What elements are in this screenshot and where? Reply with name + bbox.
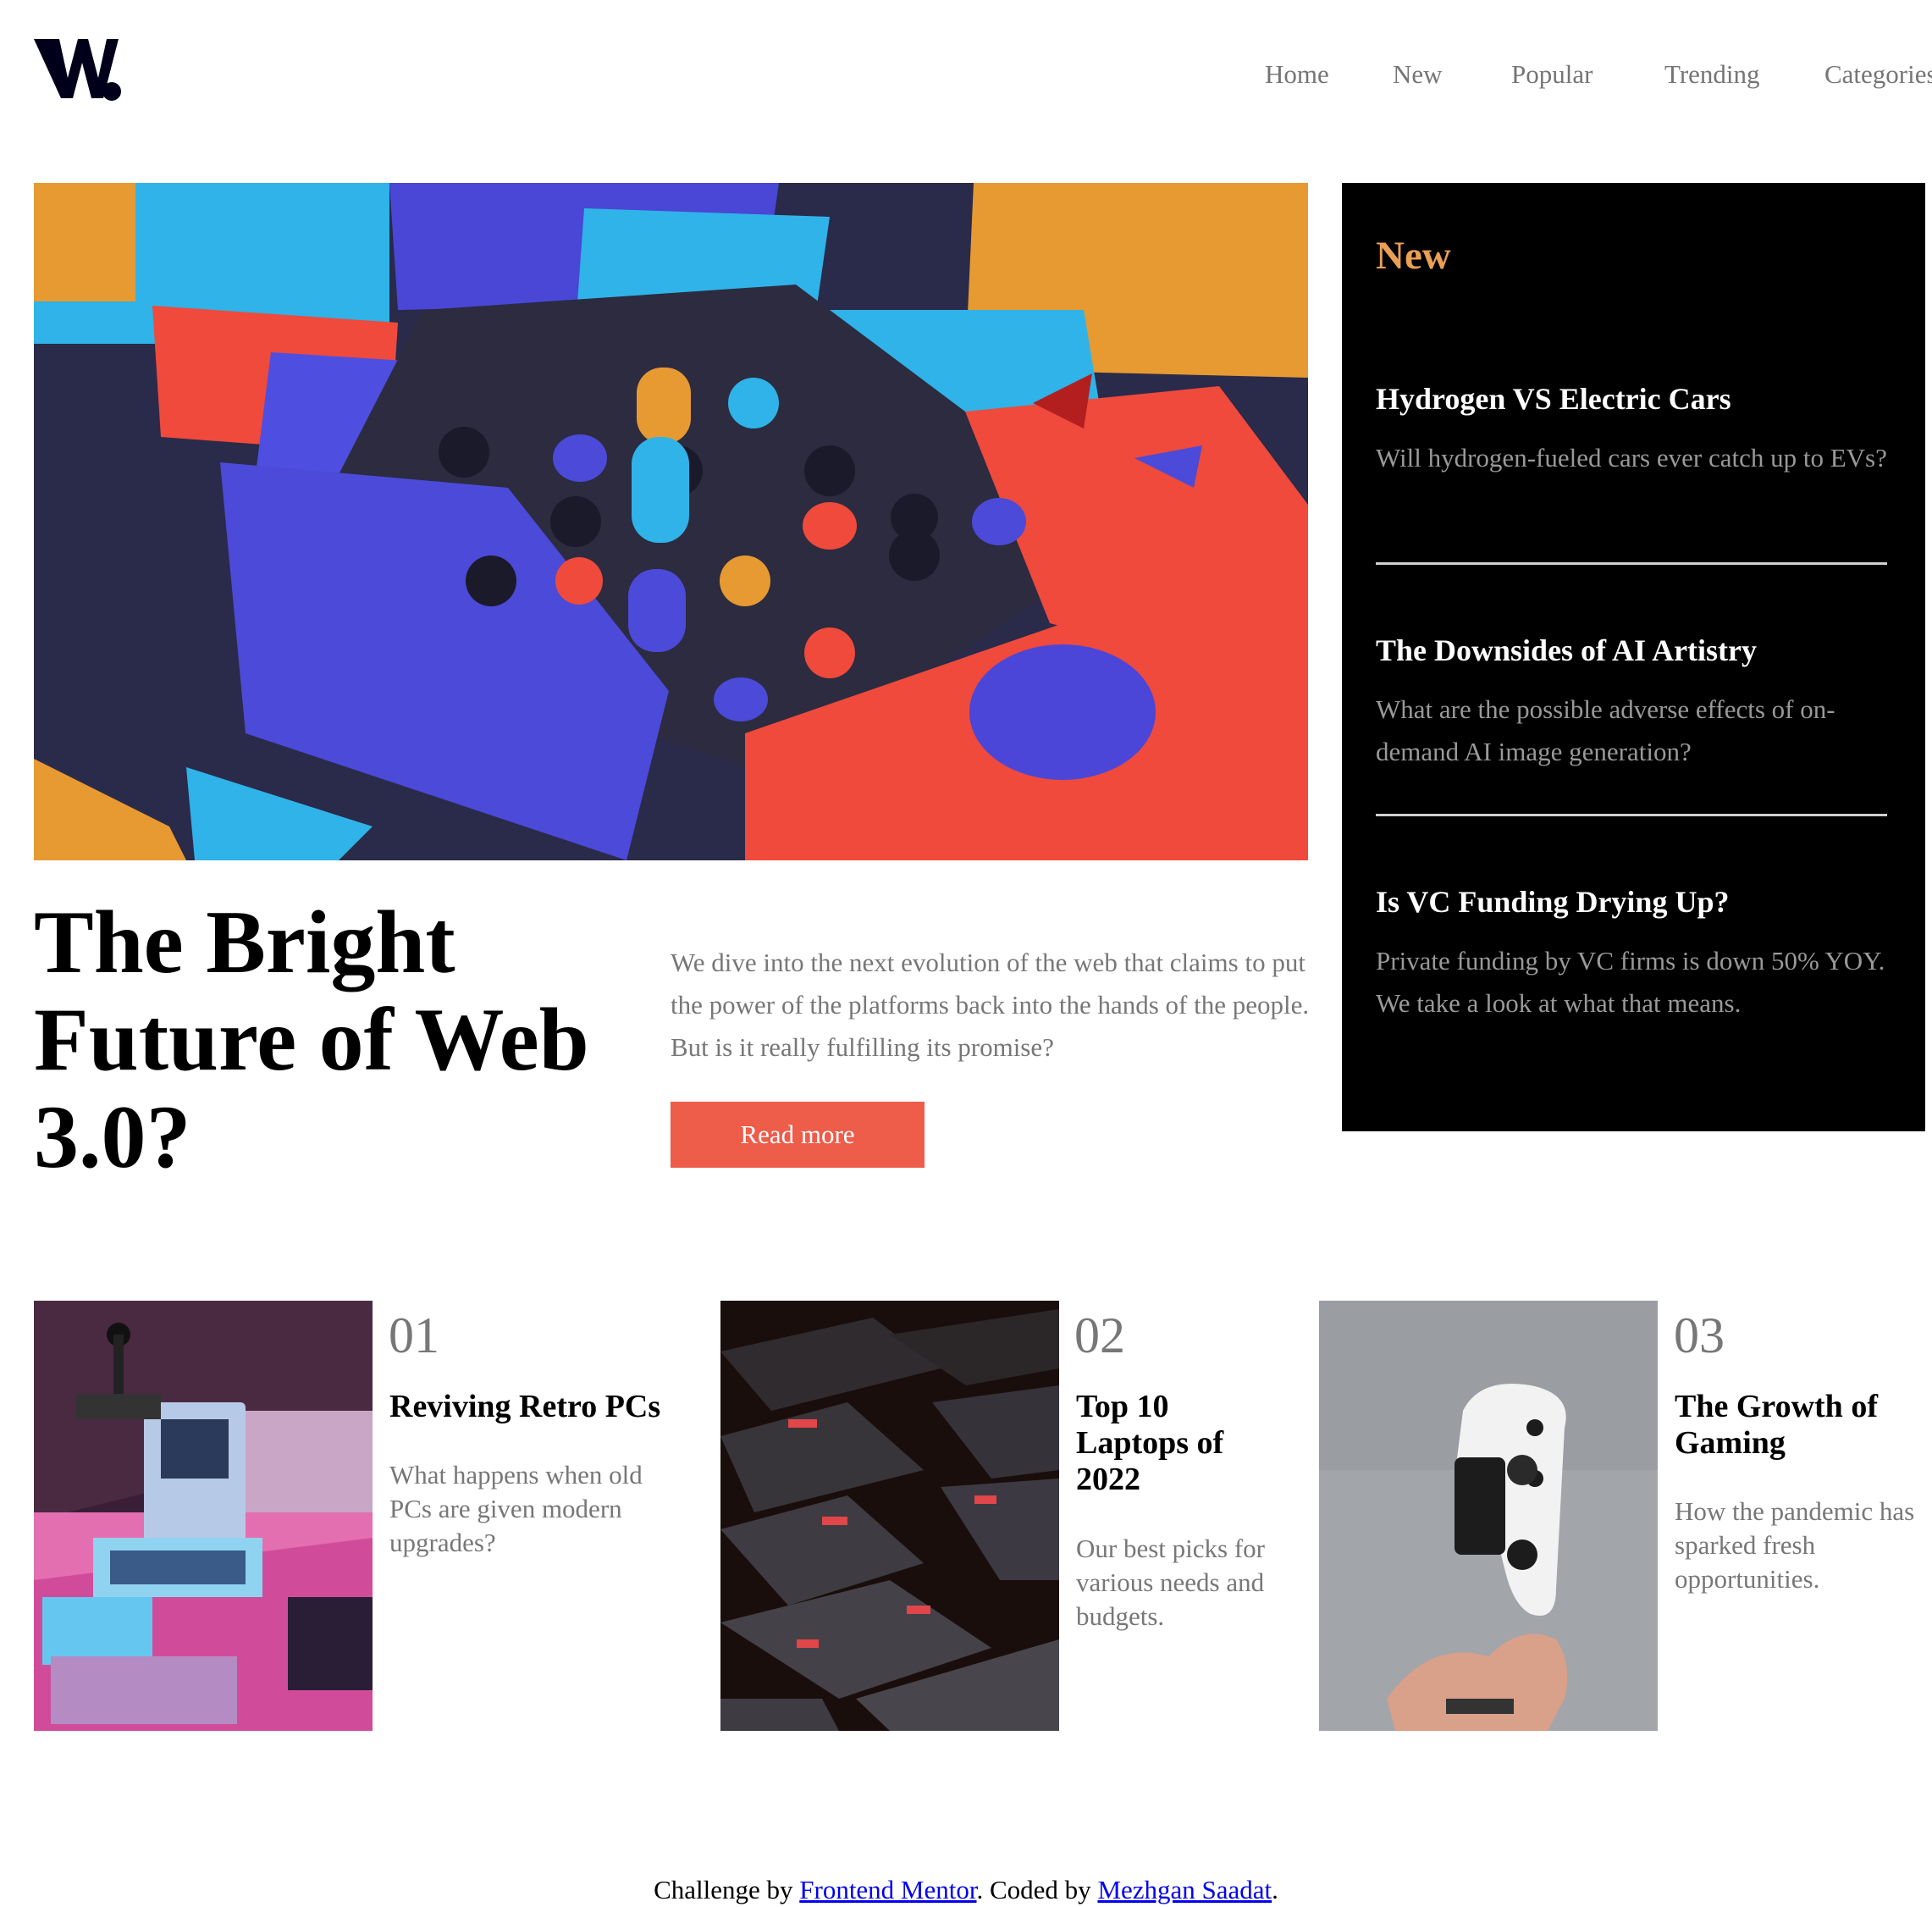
hero-image [34, 183, 1308, 860]
sidebar-article-description: Private funding by VC firms is down 50% … [1376, 946, 1885, 1018]
card-number: 02 [1074, 1307, 1125, 1363]
sidebar-article-ai-artistry[interactable]: The Downsides of AI Artistry What are th… [1376, 631, 1887, 773]
card-image-keyboard[interactable] [720, 1301, 1059, 1731]
sidebar-article-description: Will hydrogen-fueled cars ever catch up … [1376, 443, 1887, 473]
card-description: How the pandemic has sparked fresh oppor… [1675, 1496, 1915, 1594]
footer-prefix: Challenge by [654, 1875, 800, 1904]
footer-link-author[interactable]: Mezhgan Saadat [1097, 1875, 1272, 1904]
sidebar-article-title[interactable]: Is VC Funding Drying Up? [1376, 882, 1887, 921]
sidebar-article-description: What are the possible adverse effects of… [1376, 694, 1835, 766]
hero-description: We dive into the next evolution of the w… [671, 948, 1310, 1062]
card-description: What happens when old PCs are given mode… [389, 1460, 643, 1557]
footer-middle: . Coded by [976, 1875, 1098, 1904]
card-number: 01 [389, 1307, 439, 1363]
sidebar-article-title[interactable]: Hydrogen VS Electric Cars [1376, 379, 1887, 418]
sidebar-article-vc-funding[interactable]: Is VC Funding Drying Up? Private funding… [1376, 882, 1887, 1025]
card-image-retro-pc[interactable] [34, 1301, 373, 1731]
footer-attribution: Challenge by Frontend Mentor. Coded by M… [0, 1873, 1932, 1907]
footer-link-frontend-mentor[interactable]: Frontend Mentor [799, 1875, 976, 1904]
sidebar-divider [1376, 814, 1887, 816]
footer-suffix: . [1272, 1875, 1278, 1904]
nav-categories[interactable]: Categories [1824, 58, 1932, 91]
sidebar-divider [1376, 562, 1887, 565]
card-description: Our best picks for various needs and bud… [1076, 1534, 1265, 1631]
nav-popular[interactable]: Popular [1511, 58, 1593, 91]
logo[interactable] [34, 37, 122, 102]
card-title[interactable]: Reviving Retro PCs [389, 1389, 677, 1425]
nav-new[interactable]: New [1393, 58, 1443, 91]
read-more-button[interactable]: Read more [671, 1102, 925, 1168]
sidebar-title: New [1376, 234, 1451, 278]
nav-trending[interactable]: Trending [1664, 58, 1760, 91]
new-articles-sidebar: New Hydrogen VS Electric Cars Will hydro… [1342, 183, 1925, 1131]
sidebar-article-hydrogen[interactable]: Hydrogen VS Electric Cars Will hydrogen-… [1376, 379, 1887, 479]
nav-home[interactable]: Home [1265, 58, 1329, 91]
hero-title: The Bright Future of Web 3.0? [34, 893, 589, 1186]
card-image-game-controller[interactable] [1319, 1301, 1658, 1731]
card-title[interactable]: Top 10 Laptops of 2022 [1076, 1389, 1254, 1498]
card-number: 03 [1674, 1307, 1725, 1363]
main-nav: Home New Popular Trending Categories [1253, 58, 1932, 95]
logo-mark [34, 39, 121, 101]
sidebar-article-title[interactable]: The Downsides of AI Artistry [1376, 631, 1887, 670]
card-title[interactable]: The Growth of Gaming [1675, 1389, 1920, 1462]
